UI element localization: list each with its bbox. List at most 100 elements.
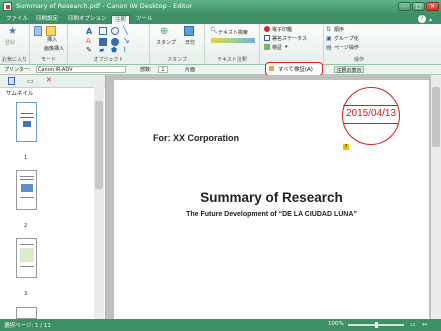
pane-tabs: ▭ ✕ xyxy=(0,75,105,88)
for-line: For: XX Corporation xyxy=(153,133,239,143)
thumbnail-scroll-thumb[interactable] xyxy=(95,101,103,189)
mode-group-label: モード xyxy=(40,57,56,63)
stamp-button[interactable]: スタンプ xyxy=(156,39,176,46)
sign-group: 電子印鑑 署名ステータス 検証 ▾ xyxy=(260,24,324,64)
fit-page-icon[interactable]: ▭ xyxy=(410,321,416,328)
document-subheading: The Future Development of “DE LA CIUDAD … xyxy=(186,211,357,218)
verify-all-icon xyxy=(269,66,274,71)
stamp-group-label: スタンプ xyxy=(167,57,187,63)
object-group-label: オブジェクト xyxy=(93,57,124,63)
arrow-icon[interactable]: ↘ xyxy=(123,36,130,45)
insert-label[interactable]: 挿入 xyxy=(47,36,57,43)
page-operation-button[interactable]: ページ操作 xyxy=(334,44,359,51)
menu-file[interactable]: ファイル xyxy=(3,15,31,24)
thumbnail-scrollbar[interactable] xyxy=(94,87,104,319)
calendar-icon[interactable] xyxy=(184,26,194,36)
menu-bar: ファイル 印刷設定 印刷オプション 注釈 ツール ? ▴ xyxy=(0,14,441,24)
document-heading: Summary of Research xyxy=(200,190,343,205)
thumbnail-pane: ▭ ✕ サムネイル 1 2 3 xyxy=(0,75,106,319)
verify-dropdown-menu: すべて検証(A) xyxy=(265,62,323,76)
filled-ellipse-icon[interactable] xyxy=(111,38,119,46)
minimize-button[interactable]: – xyxy=(398,2,411,11)
verify-all-menu-item[interactable]: すべて検証(A) xyxy=(278,65,313,73)
page-number-1: 1 xyxy=(24,155,28,161)
text-box-icon[interactable]: A xyxy=(86,37,91,45)
page-number-3: 3 xyxy=(24,291,28,297)
sign-status-icon xyxy=(264,35,270,41)
zoom-level[interactable]: 100% xyxy=(328,321,344,327)
close-button[interactable]: ✕ xyxy=(426,2,439,11)
printer-label: プリンター: xyxy=(4,67,31,73)
operation-group: ⇅ 順序 ▣ グループ化 ▤ ページ操作 操作 xyxy=(324,24,374,64)
select-mode-icon[interactable] xyxy=(34,26,42,36)
favorites-group-label: お気に入り xyxy=(1,57,27,63)
line-icon[interactable]: ╲ xyxy=(123,26,128,35)
fit-width-icon[interactable]: ↔ xyxy=(422,321,427,328)
page-thumbnail-3[interactable] xyxy=(16,238,37,278)
menu-tools[interactable]: ツール xyxy=(133,15,156,24)
document-viewer: For: XX Corporation 2015/04/13 ? Summary… xyxy=(106,75,441,319)
highlight-tools[interactable] xyxy=(211,38,255,43)
page-icon: ▤ xyxy=(326,44,332,51)
sign-status-button[interactable]: 署名ステータス xyxy=(272,35,307,42)
zoom-slider-thumb[interactable] xyxy=(375,322,378,328)
operation-group-label: 操作 xyxy=(354,57,365,63)
stamp-icon[interactable]: ⊕ xyxy=(160,26,168,37)
copies-label: 部数: xyxy=(140,67,152,73)
ellipse-icon[interactable] xyxy=(111,27,119,35)
window-title: Summary of Research.pdf - Canon iW Deskt… xyxy=(16,2,193,10)
page-info: 選択ページ: 1 / 11 xyxy=(4,323,51,329)
maximize-button[interactable]: □ xyxy=(412,2,425,11)
star-icon: ★ xyxy=(8,26,17,37)
register-label: 登録 xyxy=(5,40,16,46)
page-thumbnail-2[interactable] xyxy=(16,170,37,210)
magnifier-icon[interactable]: 🔍︎ xyxy=(210,27,218,34)
marker-icon[interactable]: ▰ xyxy=(99,46,104,54)
text-annotation-group: 🔍︎ テキスト検索 テキスト注釈 xyxy=(205,24,260,64)
group-button[interactable]: グループ化 xyxy=(334,35,359,42)
polygon-icon[interactable]: ⬟ xyxy=(111,46,117,54)
object-group: A ╲ A ↘ ✎ ▰ ⬟ ⌇ オブジェクト xyxy=(68,24,150,64)
bookmark-tab-icon[interactable]: ✕ xyxy=(46,76,52,84)
mode-group: 挿入 画像挿入 モード xyxy=(30,24,68,64)
digital-seal-button[interactable]: 電子印鑑 xyxy=(272,26,292,33)
image-insert-button[interactable]: 画像挿入 xyxy=(44,45,64,52)
page-thumbnail-4[interactable] xyxy=(16,307,37,319)
order-button[interactable]: 順序 xyxy=(334,26,344,33)
page-thumbnail-1[interactable] xyxy=(16,102,37,142)
thumbnail-tab-icon[interactable] xyxy=(8,77,15,85)
date-stamp[interactable]: 2015/04/13 xyxy=(342,87,400,145)
menu-print-options[interactable]: 印刷オプション xyxy=(65,15,110,24)
title-bar: Summary of Research.pdf - Canon iW Deskt… xyxy=(0,0,441,14)
chevron-up-icon[interactable]: ▴ xyxy=(429,16,432,23)
digital-seal-icon xyxy=(264,26,270,32)
date-button[interactable]: 日付 xyxy=(185,39,195,46)
text-annotation-group-label: テキスト注釈 xyxy=(217,57,247,63)
help-icon[interactable]: ? xyxy=(418,15,426,23)
rectangle-icon[interactable] xyxy=(99,27,107,35)
menu-print-settings[interactable]: 印刷設定 xyxy=(33,15,61,24)
filled-rectangle-icon[interactable] xyxy=(99,38,107,46)
order-icon: ⇅ xyxy=(326,26,332,33)
document-page: For: XX Corporation 2015/04/13 ? Summary… xyxy=(114,80,429,319)
stamp-date: 2015/04/13 xyxy=(346,108,397,119)
insert-icon[interactable] xyxy=(46,26,56,36)
copies-input[interactable]: 1 xyxy=(158,66,168,73)
show-annotations-button[interactable]: 注釈の表示 xyxy=(334,66,364,74)
chevron-down-icon[interactable]: ▾ xyxy=(285,44,288,50)
polyline-icon[interactable]: ⌇ xyxy=(123,46,126,54)
text-a-icon[interactable]: A xyxy=(86,27,92,36)
duplex-select[interactable]: 片面 xyxy=(185,66,195,73)
viewer-scroll-thumb[interactable] xyxy=(432,87,440,147)
menu-annotation[interactable]: 注釈 xyxy=(111,15,131,24)
text-search-button[interactable]: テキスト検索 xyxy=(218,29,248,36)
status-bar: 選択ページ: 1 / 11 100% ▭ ↔ xyxy=(0,319,441,331)
note-icon[interactable]: ? xyxy=(343,144,349,150)
app-icon xyxy=(3,2,12,11)
annotation-list-tab-icon[interactable]: ▭ xyxy=(27,77,34,85)
pen-icon[interactable]: ✎ xyxy=(86,46,92,54)
verify-icon xyxy=(264,44,270,50)
verify-dropdown[interactable]: 検証 xyxy=(272,44,282,51)
viewer-scrollbar[interactable] xyxy=(431,75,441,319)
printer-select[interactable]: Canon iR-ADV xyxy=(36,66,126,73)
